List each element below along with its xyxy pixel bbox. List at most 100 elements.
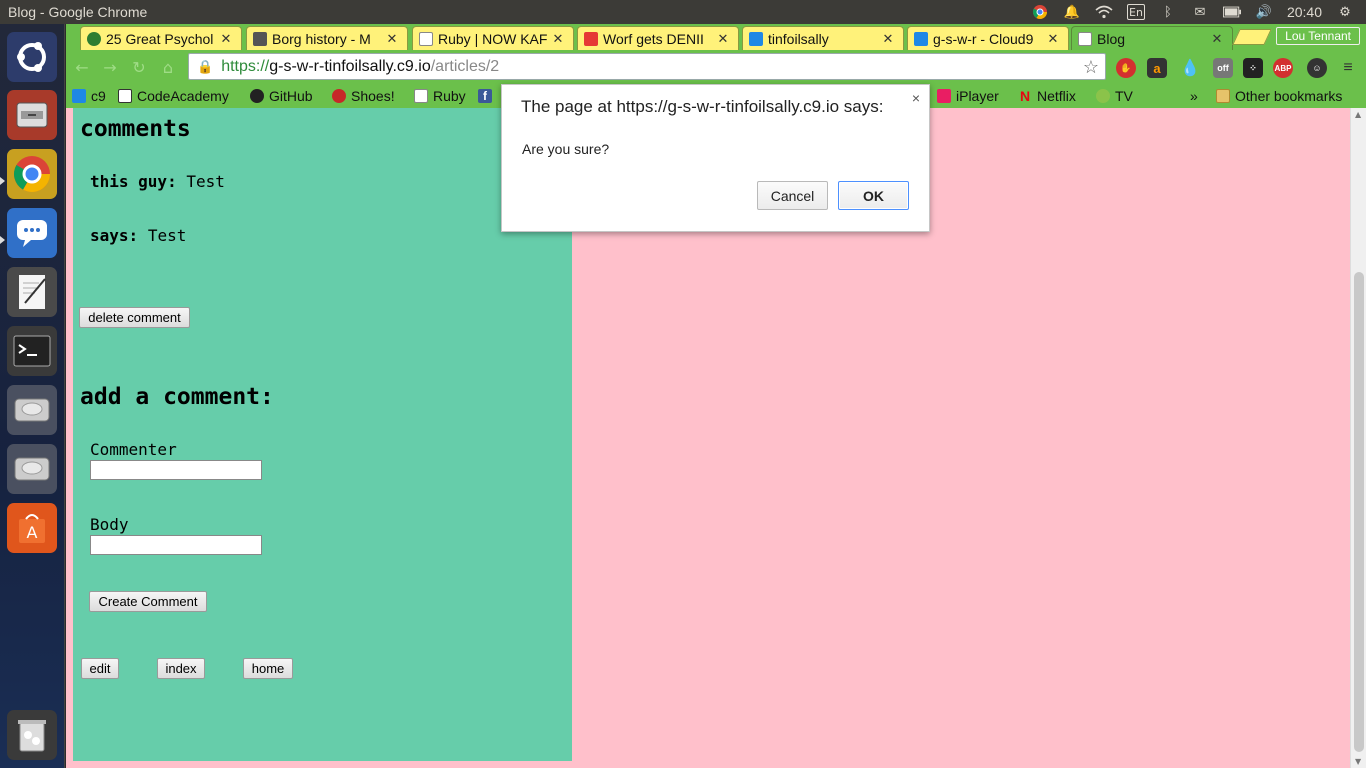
dialog-title: The page at https://g-s-w-r-tinfoilsally… — [521, 97, 884, 116]
software-center-icon[interactable]: A — [7, 503, 57, 553]
blackberry-extension-icon[interactable]: ⁘ — [1243, 58, 1263, 78]
files-icon[interactable] — [7, 90, 57, 140]
bookmark-label: GitHub — [269, 88, 313, 104]
tab[interactable]: Worf gets DENII ✕ — [577, 26, 739, 50]
folder-icon — [1216, 89, 1230, 103]
chrome-launcher-icon[interactable] — [7, 149, 57, 199]
close-tab-icon[interactable]: ✕ — [1210, 31, 1224, 47]
amazon-extension-icon[interactable]: a — [1147, 58, 1167, 78]
bookmark-tv[interactable]: TV — [1096, 87, 1133, 105]
mail-icon[interactable]: ✉ — [1191, 4, 1209, 20]
tab-label: g-s-w-r - Cloud9 — [933, 30, 1034, 47]
close-icon[interactable]: × — [912, 90, 920, 106]
tab[interactable]: Ruby | NOW KAF ✕ — [412, 26, 574, 50]
bookmark-shoes[interactable]: Shoes! — [332, 87, 395, 105]
system-tray: 🔔 En ᛒ ✉ 🔊 20:40 ⚙ — [1031, 0, 1354, 24]
close-tab-icon[interactable]: ✕ — [219, 31, 233, 47]
vertical-scrollbar[interactable]: ▲ ▼ — [1350, 108, 1366, 768]
bookmark-iplayer[interactable]: iPlayer — [937, 87, 999, 105]
dash-home-icon[interactable] — [7, 32, 57, 82]
wifi-icon[interactable] — [1095, 4, 1113, 20]
bookmark-other[interactable]: Other bookmarks — [1216, 87, 1342, 105]
home-icon[interactable]: ⌂ — [158, 58, 178, 77]
profile-button[interactable]: Lou Tennant — [1276, 27, 1360, 45]
window-title: Blog - Google Chrome — [8, 4, 148, 20]
power-gear-icon[interactable]: ⚙ — [1336, 4, 1354, 20]
extension-icon[interactable]: ☺ — [1307, 58, 1327, 78]
new-tab-button[interactable] — [1232, 29, 1272, 45]
chrome-tray-icon[interactable] — [1031, 4, 1049, 20]
iplayer-icon — [937, 89, 951, 103]
volume-icon[interactable]: 🔊 — [1255, 4, 1273, 20]
scrollbar-thumb[interactable] — [1354, 272, 1364, 752]
keyboard-language-indicator[interactable]: En — [1126, 4, 1145, 20]
bookmarks-overflow-chevron-icon[interactable]: » — [1190, 87, 1198, 105]
bookmark-facebook[interactable]: f — [478, 87, 497, 105]
bookmark-codeacademy[interactable]: CodeAcademy — [118, 87, 229, 105]
ok-button[interactable]: OK — [838, 181, 909, 210]
adblock-plus-icon[interactable]: ABP — [1273, 58, 1293, 78]
commenter-input[interactable] — [90, 460, 262, 480]
create-comment-button[interactable]: Create Comment — [89, 591, 207, 612]
close-tab-icon[interactable]: ✕ — [1046, 31, 1060, 47]
body-field-label: Body — [90, 515, 129, 534]
text-editor-icon[interactable] — [7, 267, 57, 317]
back-arrow-icon[interactable]: ← — [72, 58, 92, 77]
drop-extension-icon[interactable]: 💧 — [1180, 58, 1200, 78]
ghostery-extension-icon[interactable]: off — [1213, 58, 1233, 78]
dialog-message: Are you sure? — [522, 141, 610, 157]
tab[interactable]: Borg history - M ✕ — [246, 26, 408, 50]
commenter-field-label: Commenter — [90, 440, 177, 459]
url-path: /articles/2 — [430, 57, 500, 75]
reload-icon[interactable]: ↻ — [129, 58, 149, 77]
comment-commenter: this guy: Test — [90, 172, 225, 191]
edit-button[interactable]: edit — [81, 658, 119, 679]
tab[interactable]: 25 Great Psychol ✕ — [80, 26, 242, 50]
drive-icon[interactable] — [7, 385, 57, 435]
tab-active[interactable]: Blog ✕ — [1071, 26, 1233, 50]
document-favicon-icon — [1078, 31, 1092, 46]
bookmark-netflix[interactable]: N Netflix — [1018, 87, 1076, 105]
tab-label: Borg history - M — [272, 30, 371, 47]
index-button[interactable]: index — [157, 658, 205, 679]
bluetooth-icon[interactable]: ᛒ — [1159, 4, 1177, 20]
launcher: A — [0, 24, 65, 768]
bookmark-github[interactable]: GitHub — [250, 87, 313, 105]
terminal-icon[interactable] — [7, 326, 57, 376]
tab[interactable]: tinfoilsally ✕ — [742, 26, 904, 50]
chat-app-icon[interactable] — [7, 208, 57, 258]
shoes-icon — [332, 89, 346, 103]
address-bar[interactable]: 🔒 https://g-s-w-r-tinfoilsally.c9.io/art… — [188, 53, 1106, 80]
stop-extension-icon[interactable]: ✋ — [1116, 58, 1136, 78]
bookmark-star-icon[interactable]: ☆ — [1083, 57, 1099, 78]
close-tab-icon[interactable]: ✕ — [716, 31, 730, 47]
body-input[interactable] — [90, 535, 262, 555]
document-favicon-icon — [419, 31, 433, 46]
chrome-menu-icon[interactable]: ≡ — [1338, 58, 1358, 78]
url-host: g-s-w-r-tinfoilsally.c9.io — [269, 57, 431, 75]
bookmark-label: Netflix — [1037, 88, 1076, 104]
scroll-down-arrow-icon[interactable]: ▼ — [1355, 757, 1361, 766]
battery-icon[interactable] — [1222, 4, 1241, 20]
close-tab-icon[interactable]: ✕ — [385, 31, 399, 47]
delete-comment-button[interactable]: delete comment — [79, 307, 190, 328]
bookmark-label: c9 — [91, 88, 106, 104]
forward-arrow-icon[interactable]: → — [100, 58, 120, 77]
close-tab-icon[interactable]: ✕ — [551, 31, 565, 47]
bookmark-ruby[interactable]: Ruby — [414, 87, 466, 105]
commenter-label: this guy: — [90, 172, 177, 191]
scroll-up-arrow-icon[interactable]: ▲ — [1355, 110, 1361, 119]
close-tab-icon[interactable]: ✕ — [881, 31, 895, 47]
tab[interactable]: g-s-w-r - Cloud9 ✕ — [907, 26, 1069, 50]
facebook-icon: f — [478, 89, 492, 103]
cloud9-favicon-icon — [749, 31, 763, 46]
clock[interactable]: 20:40 — [1287, 4, 1322, 20]
home-button[interactable]: home — [243, 658, 293, 679]
cancel-button[interactable]: Cancel — [757, 181, 828, 210]
running-indicator — [0, 236, 5, 244]
trash-icon[interactable] — [7, 710, 57, 760]
notification-bell-icon[interactable]: 🔔 — [1063, 4, 1081, 20]
drive-icon[interactable] — [7, 444, 57, 494]
bookmark-c9[interactable]: c9 — [72, 87, 106, 105]
bookmark-label: CodeAcademy — [137, 88, 229, 104]
